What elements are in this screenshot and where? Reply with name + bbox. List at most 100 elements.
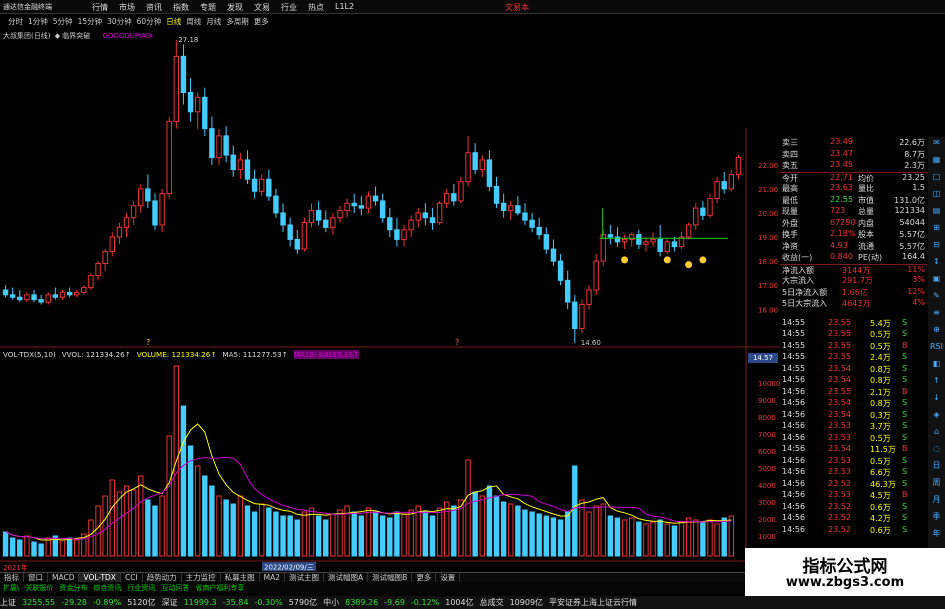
tab-4[interactable]: CCI [121,573,143,582]
toolbar-icon[interactable]: ▣ [930,273,943,285]
menu-item-5[interactable]: 发现 [227,2,254,13]
toolbar-icon[interactable]: ◌ [930,443,943,455]
info-marker-icon[interactable]: ? [455,338,459,347]
volume-bar [17,539,23,557]
tick-time: 14:56 [782,386,806,396]
period-5[interactable]: 60分钟 [137,16,162,27]
tab-9[interactable]: 测试主图 [285,573,325,582]
toolbar-icon[interactable]: RSI [930,341,943,353]
info-marker-icon[interactable]: ? [146,338,150,347]
candle-body [700,207,706,216]
toolbar-icon[interactable]: ▦ [930,154,943,166]
zx-name[interactable]: 中小 [323,597,339,608]
candle-body [237,159,244,171]
period-7[interactable]: 周线 [186,16,201,27]
candle-body [102,250,108,265]
toolbar-icon[interactable]: 日 [930,460,943,472]
tick-side: S [902,478,908,488]
tab-2[interactable]: MACD [48,573,80,582]
period-3[interactable]: 15分钟 [78,16,103,27]
quote-value: 723 [830,206,846,215]
volume-bar [66,537,73,557]
candle-body [550,248,557,262]
menu-item-4[interactable]: 专题 [200,2,227,13]
hint-5[interactable]: 互动问答 [158,583,192,593]
menu-item-9[interactable]: L1L2 [335,2,362,13]
volume-bar [351,511,357,557]
menu-item-2[interactable]: 资讯 [146,2,173,13]
menu-item-3[interactable]: 指数 [173,2,200,13]
tab-10[interactable]: 测试幅图A [324,573,369,582]
menu-item-0[interactable]: 行情 [92,2,119,13]
tick-row: 14:55 23.55 2.4万 S [780,352,927,362]
tab-7[interactable]: 私募主图 [221,573,260,582]
right-label[interactable]: 文易本 [505,2,529,13]
tab-8[interactable]: MA2 [260,573,286,582]
volume-bar [315,515,322,557]
period-9[interactable]: 多周期 [226,16,249,27]
sz-name[interactable]: 深证 [162,597,178,608]
toolbar-icon[interactable]: ✎ [930,290,943,302]
hint-2[interactable]: 资金分布 [56,583,90,593]
toolbar-icon[interactable]: ⊟ [930,239,943,251]
candle-body [415,212,421,221]
ma10-value: MA10: 84116.15↑ [293,350,359,359]
tick-price: 23.54 [828,375,851,384]
menu-item-8[interactable]: 热点 [308,2,335,13]
tab-5[interactable]: 趋势动力 [143,573,182,582]
toolbar-icon[interactable]: 年 [930,528,943,540]
hint-0[interactable]: 扩展\ [0,583,22,593]
kline-chart[interactable]: 22.00 21.00 20.00 19.00 18.00 17.00 16.00 27.18… [0,28,780,598]
volume-bar [251,511,258,557]
toolbar-icon[interactable]: ↑ [930,375,943,387]
tab-3[interactable]: VOL-TDX [79,573,121,582]
tab-1[interactable]: 窗口 [24,573,48,582]
toolbar-icon[interactable]: ⊕ [930,324,943,336]
toolbar-icon[interactable]: ⌂ [930,426,943,438]
tick-time: 14:56 [782,432,806,442]
quote-value: 2.18% [830,229,856,238]
toolbar-icon[interactable]: ↕ [930,256,943,268]
tick-volume: 2.1万 [870,387,891,397]
candle-body [66,291,73,296]
tab-12[interactable]: 更多 [412,573,437,582]
period-4[interactable]: 30分钟 [107,16,132,27]
toolbar-icon[interactable]: 季 [930,511,943,523]
hint-4[interactable]: 行业资讯 [124,583,158,593]
tab-6[interactable]: 主力监控 [182,573,221,582]
tick-time: 14:56 [782,375,806,384]
toolbar-icon[interactable]: ◈ [930,409,943,421]
period-6[interactable]: 日线 [166,16,181,27]
tab-13[interactable]: 设置 [436,573,461,582]
candle-body [557,260,564,281]
candle-body [209,128,215,159]
tick-time: 14:55 [782,340,806,350]
menu-item-1[interactable]: 市场 [119,2,146,13]
period-8[interactable]: 月线 [206,16,221,27]
toolbar-icon[interactable]: ▤ [930,205,943,217]
period-2[interactable]: 5分钟 [53,16,73,27]
tab-0[interactable]: 指标 [0,573,24,582]
period-10[interactable]: 更多 [254,16,269,27]
tab-11[interactable]: 测试幅图B [368,573,413,582]
toolbar-icon[interactable]: 月 [930,494,943,506]
period-1[interactable]: 1分钟 [28,16,48,27]
toolbar-icon[interactable]: ✉ [930,137,943,149]
toolbar-icon[interactable]: ⊞ [930,222,943,234]
sh-name[interactable]: 上证 [0,597,16,608]
toolbar-icon[interactable]: ◫ [930,188,943,200]
toolbar-icon[interactable]: 周 [930,477,943,489]
period-0[interactable]: 分时 [8,16,23,27]
volume-bar [394,511,400,557]
candle-body [259,178,265,192]
hint-3[interactable]: 综合资讯 [90,583,124,593]
toolbar-icon[interactable]: ≡ [930,307,943,319]
toolbar-icon[interactable]: □ [930,171,943,183]
toolbar-icon[interactable]: ◧ [930,358,943,370]
hint-6[interactable]: 省商户福利专享 [192,583,247,593]
toolbar-icon[interactable]: ↓ [930,392,943,404]
menu-item-6[interactable]: 文易 [254,2,281,13]
volume-bar [194,465,201,557]
hint-1[interactable]: 关联报价 [22,583,56,593]
menu-item-7[interactable]: 行业 [281,2,308,13]
